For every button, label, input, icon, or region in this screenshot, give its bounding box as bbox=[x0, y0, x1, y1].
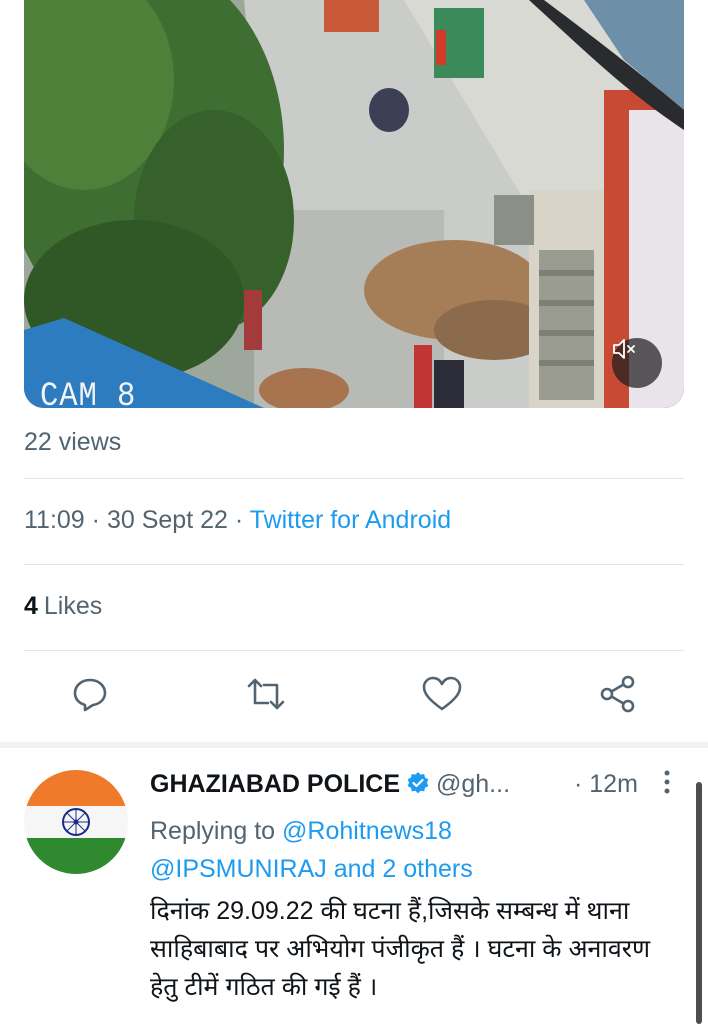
section-separator bbox=[0, 742, 708, 748]
tweet-meta: 11:09 · 30 Sept 22 · Twitter for Android bbox=[24, 506, 452, 534]
speaker-muted-icon bbox=[613, 339, 635, 359]
video-frame bbox=[24, 0, 684, 408]
more-options-icon[interactable] bbox=[660, 768, 674, 798]
video-player[interactable]: CAM 8 bbox=[24, 0, 684, 408]
user-handle[interactable]: @gh... bbox=[436, 770, 510, 798]
heart-icon bbox=[422, 676, 462, 711]
divider bbox=[24, 478, 684, 479]
reply-text: दिनांक 29.09.22 की घटना हैं,जिसके सम्बन्… bbox=[150, 897, 651, 1001]
replying-to: Replying to @Rohitnews18 @IPSMUNIRAJ and… bbox=[150, 812, 670, 888]
avatar[interactable] bbox=[24, 770, 128, 874]
replying-prefix: Replying to bbox=[150, 817, 276, 845]
action-bar bbox=[0, 672, 708, 726]
display-name[interactable]: GHAZIABAD POLICE bbox=[150, 770, 400, 798]
divider bbox=[24, 650, 684, 651]
divider bbox=[24, 564, 684, 565]
reply-button[interactable] bbox=[68, 672, 112, 716]
speech-bubble-icon bbox=[73, 678, 107, 712]
source-link[interactable]: Twitter for Android bbox=[250, 506, 451, 534]
verified-badge-icon bbox=[406, 771, 430, 802]
mention-link[interactable]: @Rohitnews18 bbox=[282, 817, 452, 845]
tweet-date: 30 Sept 22 bbox=[106, 506, 228, 534]
like-button[interactable] bbox=[420, 672, 464, 716]
retweet-button[interactable] bbox=[244, 672, 288, 716]
tweet-time: 11:09 bbox=[24, 506, 85, 534]
likes-label: Likes bbox=[43, 592, 103, 620]
scrollbar[interactable] bbox=[696, 782, 702, 1024]
retweet-arrows-icon bbox=[247, 678, 285, 710]
reply-time[interactable]: · 12m bbox=[574, 770, 638, 799]
camera-label: CAM 8 bbox=[40, 378, 137, 408]
mention-link[interactable]: @IPSMUNIRAJ bbox=[150, 855, 327, 883]
likes-number: 4 bbox=[24, 592, 38, 620]
view-count: 22 views bbox=[24, 428, 122, 456]
likes-count[interactable]: 4 Likes bbox=[24, 592, 102, 621]
share-button[interactable] bbox=[596, 672, 640, 716]
others-link[interactable]: 2 others bbox=[382, 855, 472, 883]
reply-header: GHAZIABAD POLICE @gh... · 12m bbox=[150, 770, 670, 802]
india-flag-avatar bbox=[24, 770, 128, 874]
and-text: and bbox=[333, 855, 376, 883]
mute-button[interactable] bbox=[612, 338, 662, 388]
share-nodes-icon bbox=[600, 675, 635, 713]
